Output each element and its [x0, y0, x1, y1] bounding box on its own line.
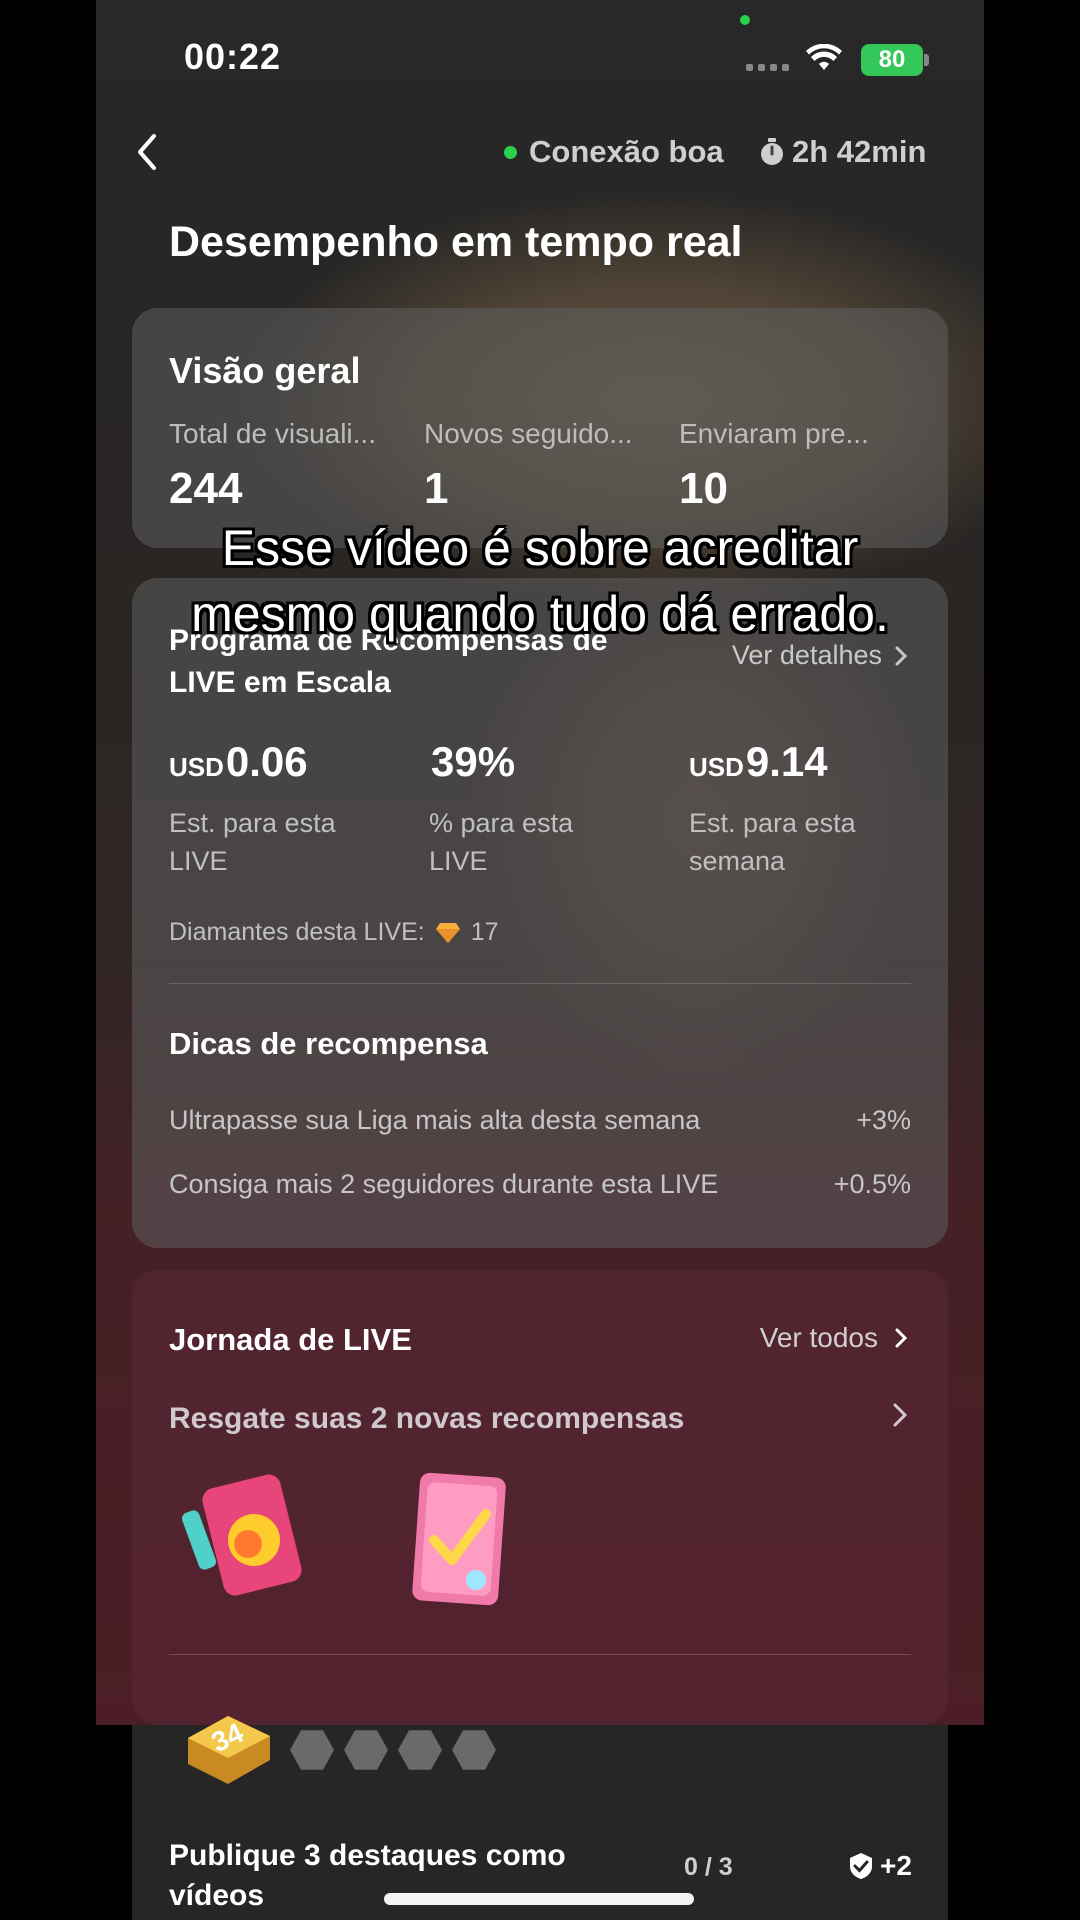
reward-stat-week-estimate: USD 9.14 Est. para esta semana: [689, 738, 929, 880]
stat-label: Novos seguido...: [424, 418, 633, 449]
signal-icon: [746, 64, 789, 71]
stat-label: Enviaram pre...: [679, 418, 869, 449]
locked-level-icon: [452, 1730, 496, 1770]
checklist-card-reward-icon[interactable]: [394, 1470, 524, 1610]
journey-title: Jornada de LIVE: [169, 1322, 412, 1357]
chevron-right-icon: [895, 1328, 908, 1348]
rewards-title-line2: LIVE em Escala: [169, 666, 391, 699]
rewards-program-card: Programa de Recompensas de LIVE em Escal…: [132, 578, 948, 1248]
battery-level: 80: [878, 46, 906, 73]
value: 9.14: [745, 738, 828, 785]
locked-level-icon: [344, 1730, 388, 1770]
tip-row: Ultrapasse sua Liga mais alta desta sema…: [169, 1105, 911, 1136]
overview-stat-followers[interactable]: Novos seguido... 1: [424, 418, 654, 514]
value: 0.06: [225, 738, 308, 785]
shield-check-icon: [850, 1853, 872, 1879]
task-reward-value: +2: [880, 1850, 912, 1881]
claim-rewards-row[interactable]: Resgate suas 2 novas recompensas: [169, 1402, 908, 1436]
level-progress-row: 34: [176, 1708, 496, 1792]
value: 39%: [431, 738, 516, 785]
reward-stat-live-estimate: USD 0.06 Est. para esta LIVE: [169, 738, 409, 880]
locked-level-icon: [290, 1730, 334, 1770]
connection-status: Conexão boa: [504, 134, 724, 170]
battery-tip: [924, 54, 929, 66]
connection-dot-icon: [504, 145, 517, 159]
status-time: 00:22: [184, 36, 282, 77]
chevron-right-icon: [895, 646, 908, 665]
camera-indicator: [740, 15, 750, 25]
diamonds-row: Diamantes desta LIVE: 17: [169, 918, 499, 947]
battery-icon: 80: [861, 44, 923, 76]
tip-bonus: +0.5%: [833, 1169, 911, 1199]
video-caption-line1: Esse vídeo é sobre acreditar: [221, 520, 859, 576]
currency: USD: [169, 752, 224, 782]
stat-value: 1: [424, 464, 449, 513]
diamond-icon: [435, 922, 460, 943]
locked-level-icon: [398, 1730, 442, 1770]
desc: Est. para esta LIVE: [169, 808, 336, 876]
view-all-label: Ver todos: [759, 1322, 878, 1353]
overview-card: Visão geral Total de visuali... 244 Novo…: [132, 308, 948, 548]
diamonds-value: 17: [470, 918, 499, 946]
overview-stat-gifters[interactable]: Enviaram pre... 10: [679, 418, 909, 514]
desc: Est. para esta semana: [689, 808, 856, 876]
overview-stat-views[interactable]: Total de visuali... 244: [169, 418, 399, 514]
tips-title: Dicas de recompensa: [169, 1026, 488, 1061]
stat-label: Total de visuali...: [169, 418, 376, 449]
wifi-icon: [806, 44, 842, 70]
live-journey-card: Jornada de LIVE Ver todos Resgate suas 2…: [132, 1270, 948, 1725]
stat-value: 10: [679, 464, 728, 513]
level-badge: 34: [176, 1708, 280, 1792]
diamonds-label: Diamantes desta LIVE:: [169, 918, 425, 946]
claim-rewards-label: Resgate suas 2 novas recompensas: [169, 1402, 685, 1435]
view-all-link[interactable]: Ver todos: [760, 1322, 908, 1354]
connection-label: Conexão boa: [529, 134, 724, 169]
tip-text: Ultrapasse sua Liga mais alta desta sema…: [169, 1105, 701, 1135]
divider: [169, 983, 911, 984]
tip-text: Consiga mais 2 seguidores durante esta L…: [169, 1169, 719, 1199]
desc: % para esta LIVE: [429, 808, 574, 876]
video-caption-line2: mesmo quando tudo dá errado.: [191, 586, 889, 642]
stopwatch-icon: [761, 138, 783, 165]
task-progress-bar: [384, 1893, 694, 1905]
fire-card-reward-icon[interactable]: [182, 1470, 312, 1610]
divider: [169, 1654, 911, 1655]
tip-bonus: +3%: [856, 1105, 911, 1135]
overview-title: Visão geral: [169, 350, 361, 391]
live-duration: 2h 42min: [760, 134, 926, 170]
reward-stat-percent: 39% % para esta LIVE: [429, 738, 669, 880]
tip-row: Consiga mais 2 seguidores durante esta L…: [169, 1169, 911, 1200]
task-progress-text: 0 / 3: [684, 1853, 733, 1881]
currency: USD: [689, 752, 744, 782]
duration-label: 2h 42min: [792, 134, 927, 169]
chevron-right-icon: [893, 1403, 908, 1427]
back-arrow-icon[interactable]: [128, 128, 168, 176]
page-title: Desempenho em tempo real: [169, 218, 743, 266]
task-reward: +2: [848, 1850, 912, 1882]
stat-value: 244: [169, 464, 243, 513]
